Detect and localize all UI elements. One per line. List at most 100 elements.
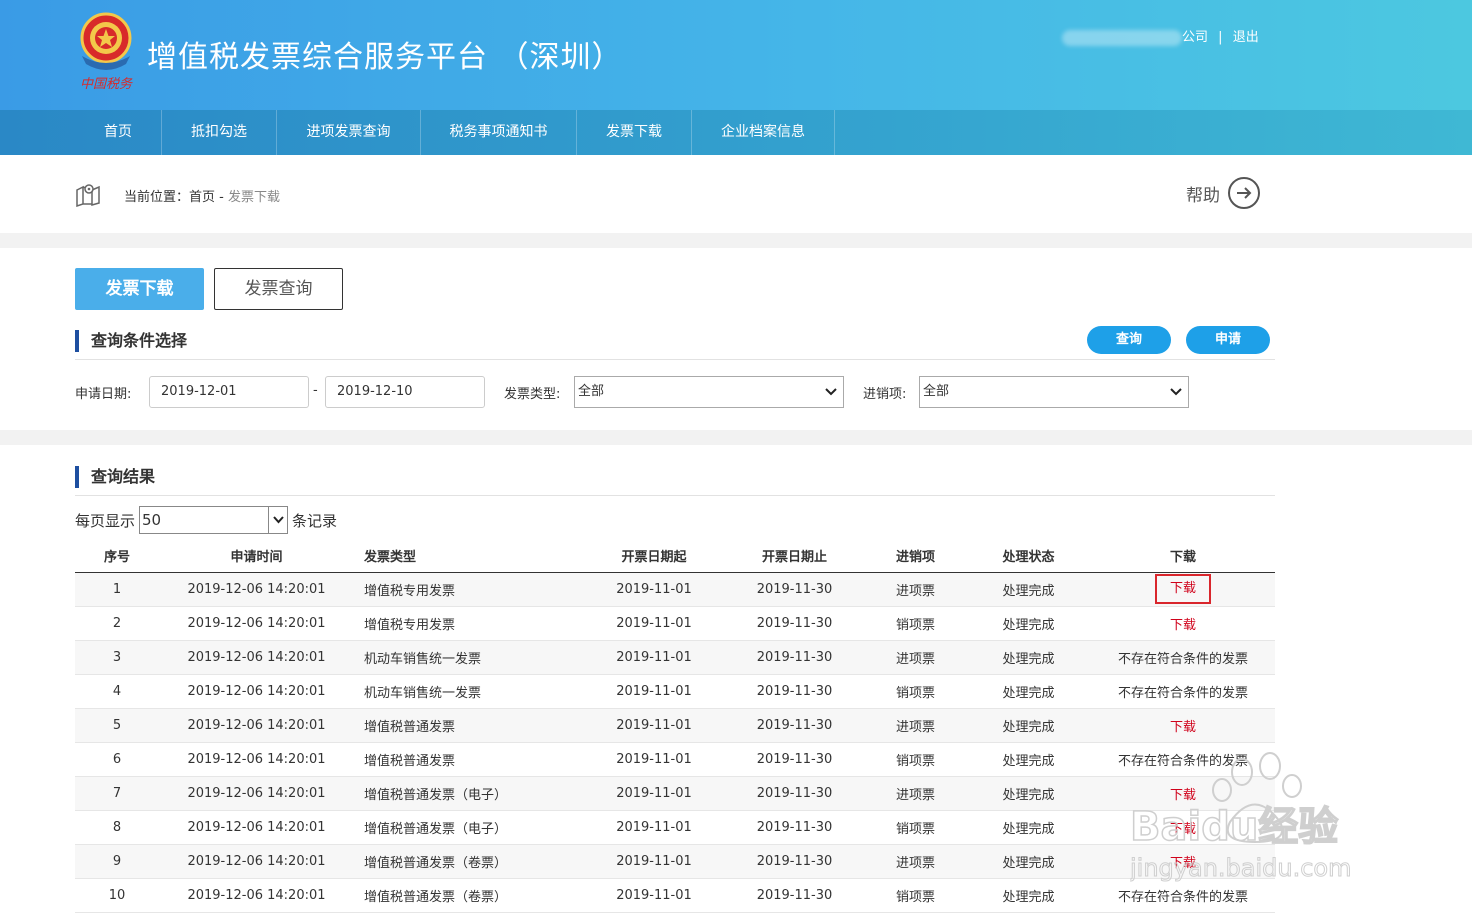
user-area: 公司 | 退出 xyxy=(1062,26,1259,46)
page-size-select[interactable]: 50 xyxy=(139,506,289,534)
cell-download: 不存在符合条件的发票 xyxy=(1091,640,1275,675)
cell-download: 下载 xyxy=(1091,708,1275,743)
cell-download: 不存在符合条件的发票 xyxy=(1091,674,1275,709)
cell-status: 处理完成 xyxy=(966,742,1091,777)
cell-apply-time: 2019-12-06 14:20:01 xyxy=(159,844,354,879)
cell-apply-time: 2019-12-06 14:20:01 xyxy=(159,708,354,743)
date-range-separator: - xyxy=(313,383,318,398)
nav-deduction-check[interactable]: 抵扣勾选 xyxy=(162,110,277,155)
cell-end-date: 2019-11-30 xyxy=(724,776,865,811)
table-row: 2 2019-12-06 14:20:01 增值税专用发票 2019-11-01 201… xyxy=(75,606,1275,641)
table-row: 10 2019-12-06 14:20:01 增值税普通发票（卷票） 2019-11-… xyxy=(75,878,1275,913)
cell-direction: 销项票 xyxy=(865,674,966,709)
direction-label: 进销项: xyxy=(863,387,907,402)
invoice-type-select[interactable]: 全部 xyxy=(574,376,844,408)
cell-apply-time: 2019-12-06 14:20:01 xyxy=(159,742,354,777)
cell-no: 6 xyxy=(75,742,159,777)
cell-download: 不存在符合条件的发票 xyxy=(1091,742,1275,777)
cell-download: 下载 xyxy=(1091,844,1275,879)
cell-start-date: 2019-11-01 xyxy=(584,776,724,811)
cell-status: 处理完成 xyxy=(966,810,1091,845)
arrow-right-icon xyxy=(1228,177,1260,209)
cell-start-date: 2019-11-01 xyxy=(584,878,724,913)
col-header-direction: 进销项 xyxy=(865,539,966,573)
cell-status: 处理完成 xyxy=(966,708,1091,743)
help-label: 帮助 xyxy=(1186,185,1220,206)
cell-start-date: 2019-11-01 xyxy=(584,742,724,777)
cell-invoice-type: 增值税普通发票（电子） xyxy=(354,810,584,845)
nav-enterprise-info[interactable]: 企业档案信息 xyxy=(692,110,835,155)
table-row: 4 2019-12-06 14:20:01 机动车销售统一发票 2019-11-01 2… xyxy=(75,674,1275,709)
direction-select[interactable]: 全部 xyxy=(919,376,1189,408)
per-page-prefix: 每页显示 xyxy=(75,511,136,530)
chevron-down-icon xyxy=(825,377,837,419)
table-row: 3 2019-12-06 14:20:01 机动车销售统一发票 2019-11-01 2… xyxy=(75,640,1275,675)
breadcrumb-home[interactable]: 首页 xyxy=(189,190,215,205)
section-divider xyxy=(75,359,1275,360)
nav-tax-notice[interactable]: 税务事项通知书 xyxy=(421,110,577,155)
col-header-invoice-type: 发票类型 xyxy=(354,539,584,573)
table-row: 8 2019-12-06 14:20:01 增值税普通发票（电子） 2019-11-0… xyxy=(75,810,1275,845)
cell-download: 下载 xyxy=(1091,572,1275,607)
no-invoice-text: 不存在符合条件的发票 xyxy=(1117,651,1248,667)
download-link[interactable]: 下载 xyxy=(1170,618,1196,633)
cell-status: 处理完成 xyxy=(966,606,1091,641)
blurred-company-name xyxy=(1062,29,1182,46)
cell-start-date: 2019-11-01 xyxy=(584,572,724,607)
cell-end-date: 2019-11-30 xyxy=(724,742,865,777)
date-from-input[interactable]: 2019-12-01 xyxy=(149,376,309,408)
apply-button[interactable]: 申请 xyxy=(1186,326,1270,354)
search-button[interactable]: 查询 xyxy=(1087,326,1171,354)
table-row: 1 2019-12-06 14:20:01 增值税专用发票 2019-11-01 201… xyxy=(75,572,1275,607)
cell-direction: 销项票 xyxy=(865,878,966,913)
cell-invoice-type: 增值税普通发票 xyxy=(354,742,584,777)
chevron-down-icon xyxy=(268,507,287,533)
download-link[interactable]: 下载 xyxy=(1154,574,1211,604)
breadcrumb-panel: 当前位置：首页 - 发票下载 帮助 xyxy=(0,155,1472,233)
cell-invoice-type: 增值税专用发票 xyxy=(354,606,584,641)
logout-link[interactable]: 退出 xyxy=(1233,30,1259,45)
section-divider xyxy=(75,495,1275,496)
page-size-control: 每页显示 50 条记录 xyxy=(75,506,337,534)
col-header-no: 序号 xyxy=(75,539,159,573)
breadcrumb-separator: - xyxy=(219,190,224,205)
cell-end-date: 2019-11-30 xyxy=(724,572,865,607)
cell-direction: 销项票 xyxy=(865,606,966,641)
table-header-row: 序号 申请时间 发票类型 开票日期起 开票日期止 进销项 处理状态 下载 xyxy=(75,539,1275,573)
cell-end-date: 2019-11-30 xyxy=(724,878,865,913)
logo-text: 中国税务 xyxy=(80,77,133,92)
col-header-status: 处理状态 xyxy=(966,539,1091,573)
cell-download: 不存在符合条件的发票 xyxy=(1091,878,1275,913)
nav-home[interactable]: 首页 xyxy=(75,110,162,155)
table-row: 9 2019-12-06 14:20:01 增值税普通发票（卷票） 2019-11-0… xyxy=(75,844,1275,879)
nav-input-invoice-query[interactable]: 进项发票查询 xyxy=(277,110,421,155)
cell-status: 处理完成 xyxy=(966,572,1091,607)
help-button[interactable]: 帮助 xyxy=(1186,177,1260,209)
cell-end-date: 2019-11-30 xyxy=(724,606,865,641)
cell-no: 3 xyxy=(75,640,159,675)
results-table-body: 1 2019-12-06 14:20:01 增值税专用发票 2019-11-01 201… xyxy=(75,572,1275,913)
site-title: 增值税发票综合服务平台 （深圳） xyxy=(147,40,623,75)
cell-download: 下载 xyxy=(1091,810,1275,845)
breadcrumb-current: 发票下载 xyxy=(228,190,281,205)
download-link[interactable]: 下载 xyxy=(1170,822,1196,837)
invoice-type-label: 发票类型: xyxy=(504,387,561,402)
cell-start-date: 2019-11-01 xyxy=(584,810,724,845)
main-nav: 首页 抵扣勾选 进项发票查询 税务事项通知书 发票下载 企业档案信息 xyxy=(0,110,1472,155)
table-row: 6 2019-12-06 14:20:01 增值税普通发票 2019-11-01 201… xyxy=(75,742,1275,777)
cell-start-date: 2019-11-01 xyxy=(584,640,724,675)
site-header: 中国税务 增值税发票综合服务平台 （深圳） 公司 | 退出 xyxy=(0,0,1472,110)
cell-apply-time: 2019-12-06 14:20:01 xyxy=(159,776,354,811)
nav-invoice-download[interactable]: 发票下载 xyxy=(577,110,692,155)
date-to-input[interactable]: 2019-12-10 xyxy=(325,376,485,408)
tab-invoice-download[interactable]: 发票下载 xyxy=(75,268,204,310)
cell-no: 7 xyxy=(75,776,159,811)
download-link[interactable]: 下载 xyxy=(1170,856,1196,871)
tab-invoice-query[interactable]: 发票查询 xyxy=(214,268,343,310)
download-link[interactable]: 下载 xyxy=(1170,720,1196,735)
col-header-download: 下载 xyxy=(1091,539,1275,573)
download-link[interactable]: 下载 xyxy=(1170,788,1196,803)
tax-emblem-logo: 中国税务 xyxy=(74,10,138,92)
user-separator: | xyxy=(1218,30,1223,45)
cell-direction: 进项票 xyxy=(865,572,966,607)
